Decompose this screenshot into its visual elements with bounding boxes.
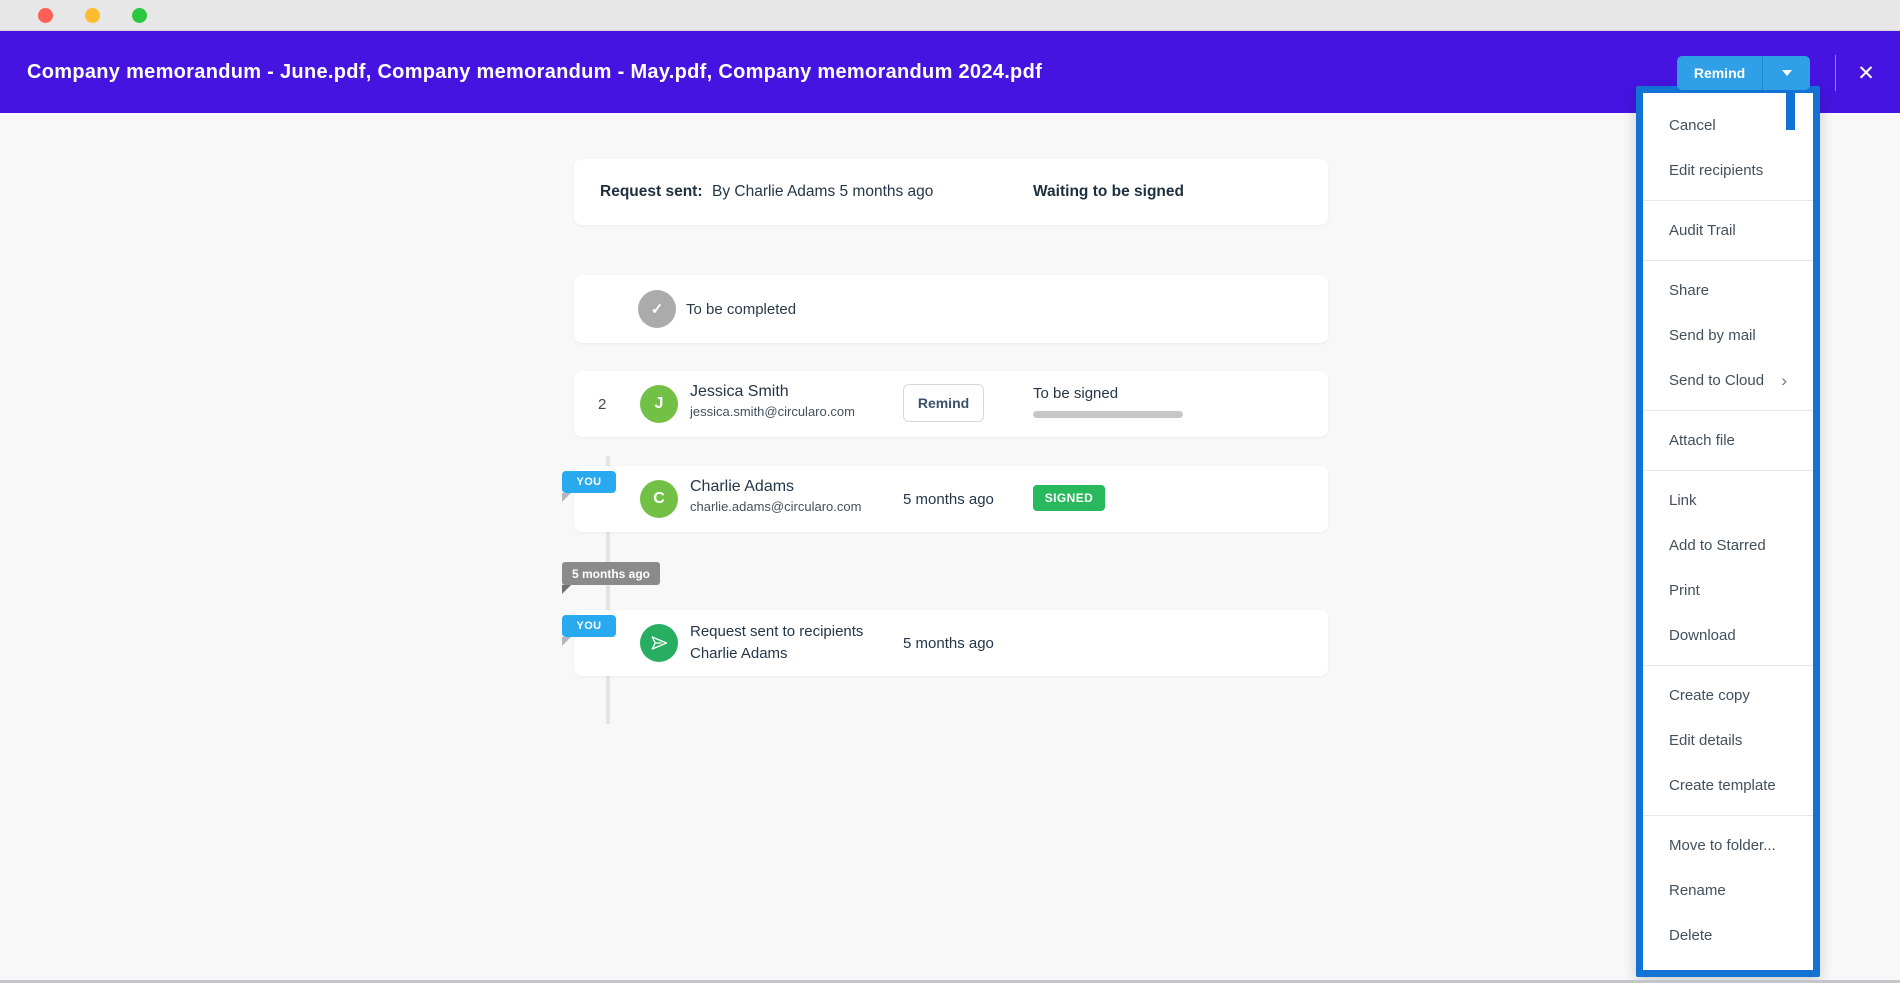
window-titlebar [0,0,1900,31]
you-badge-tail [562,493,571,502]
document-header: Company memorandum - June.pdf, Company m… [0,31,1900,113]
close-light[interactable] [38,8,53,23]
close-icon: ✕ [1857,63,1875,84]
recipient-email: jessica.smith@circularo.com [690,404,855,419]
signer-email: charlie.adams@circularo.com [690,499,861,514]
you-badge-tail [562,637,571,646]
window-controls [0,8,147,23]
signer-name: Charlie Adams [690,478,861,496]
minimize-light[interactable] [85,8,100,23]
event-line2: Charlie Adams [690,643,863,665]
menu-item-create-template[interactable]: Create template [1643,763,1813,808]
you-badge: YOU [562,471,616,493]
menu-item-share[interactable]: Share [1643,268,1813,313]
remind-dropdown-toggle[interactable] [1763,56,1810,90]
time-separator-badge: 5 months ago [562,562,660,585]
recipient-status-text: To be signed [1033,385,1183,402]
signed-status-badge: SIGNED [1033,485,1105,511]
menu-item-create-copy[interactable]: Create copy [1643,673,1813,718]
avatar-initial: C [653,490,665,508]
menu-divider [1643,260,1813,261]
menu-item-move-to-folder[interactable]: Move to folder... [1643,823,1813,868]
main-content [0,113,1900,980]
recipient-status: To be signed [1033,385,1183,418]
request-status: Waiting to be signed [1033,159,1184,225]
menu-list: Cancel Edit recipients Audit Trail Share… [1643,93,1813,968]
menu-divider [1643,815,1813,816]
actions-dropdown-menu: Cancel Edit recipients Audit Trail Share… [1636,86,1820,977]
menu-item-edit-details[interactable]: Edit details [1643,718,1813,763]
you-badge: YOU [562,615,616,637]
pending-check-circle: ✓ [638,290,676,328]
menu-item-delete[interactable]: Delete [1643,913,1813,958]
menu-item-send-to-cloud[interactable]: Send to Cloud › [1643,358,1813,403]
recipient-row-jessica: 2 J Jessica Smith jessica.smith@circular… [574,371,1328,437]
avatar-initial: J [655,395,664,413]
request-sent-label: Request sent: [600,159,703,225]
paper-plane-icon [650,634,668,652]
remind-button[interactable]: Remind [1677,56,1762,90]
avatar: C [640,480,678,518]
close-button[interactable]: ✕ [1849,58,1883,88]
signer-identity: Charlie Adams charlie.adams@circularo.co… [690,478,861,514]
event-description: Request sent to recipients Charlie Adams [690,621,863,665]
remind-recipient-button[interactable]: Remind [903,384,984,422]
menu-item-rename[interactable]: Rename [1643,868,1813,913]
menu-item-label: Send to Cloud [1669,372,1764,389]
status-row-label: To be completed [686,275,796,343]
signing-progress-bar [1033,411,1183,418]
request-sent-value: By Charlie Adams 5 months ago [712,159,933,225]
caret-down-icon [1782,70,1792,76]
menu-item-attach-file[interactable]: Attach file [1643,418,1813,463]
remind-split-button: Remind [1677,56,1810,90]
status-row-to-be-completed: ✓ To be completed [574,275,1328,343]
dropdown-focus-connector [1786,88,1795,130]
menu-divider [1643,410,1813,411]
recipient-name: Jessica Smith [690,383,855,401]
signed-time: 5 months ago [903,466,994,532]
header-divider [1835,55,1836,91]
recipient-order: 2 [598,371,606,437]
menu-item-link[interactable]: Link [1643,478,1813,523]
menu-divider [1643,200,1813,201]
maximize-light[interactable] [132,8,147,23]
event-line1: Request sent to recipients [690,621,863,643]
menu-item-add-to-starred[interactable]: Add to Starred [1643,523,1813,568]
recipient-identity: Jessica Smith jessica.smith@circularo.co… [690,383,855,419]
send-circle [640,624,678,662]
event-row-request-sent: Request sent to recipients Charlie Adams… [574,610,1328,676]
menu-item-download[interactable]: Download [1643,613,1813,658]
menu-divider [1643,470,1813,471]
menu-item-send-by-mail[interactable]: Send by mail [1643,313,1813,358]
page-title: Company memorandum - June.pdf, Company m… [27,31,1042,113]
check-icon: ✓ [651,300,664,318]
menu-item-edit-recipients[interactable]: Edit recipients [1643,148,1813,193]
avatar: J [640,385,678,423]
time-separator-tail [562,585,571,594]
menu-divider [1643,665,1813,666]
event-time: 5 months ago [903,610,994,676]
request-summary-card: Request sent: By Charlie Adams 5 months … [574,159,1328,225]
chevron-right-icon: › [1781,371,1787,391]
signer-row-charlie: C Charlie Adams charlie.adams@circularo.… [574,466,1328,532]
menu-item-audit-trail[interactable]: Audit Trail [1643,208,1813,253]
menu-item-print[interactable]: Print [1643,568,1813,613]
document-detail-window: Company memorandum - June.pdf, Company m… [0,0,1900,983]
